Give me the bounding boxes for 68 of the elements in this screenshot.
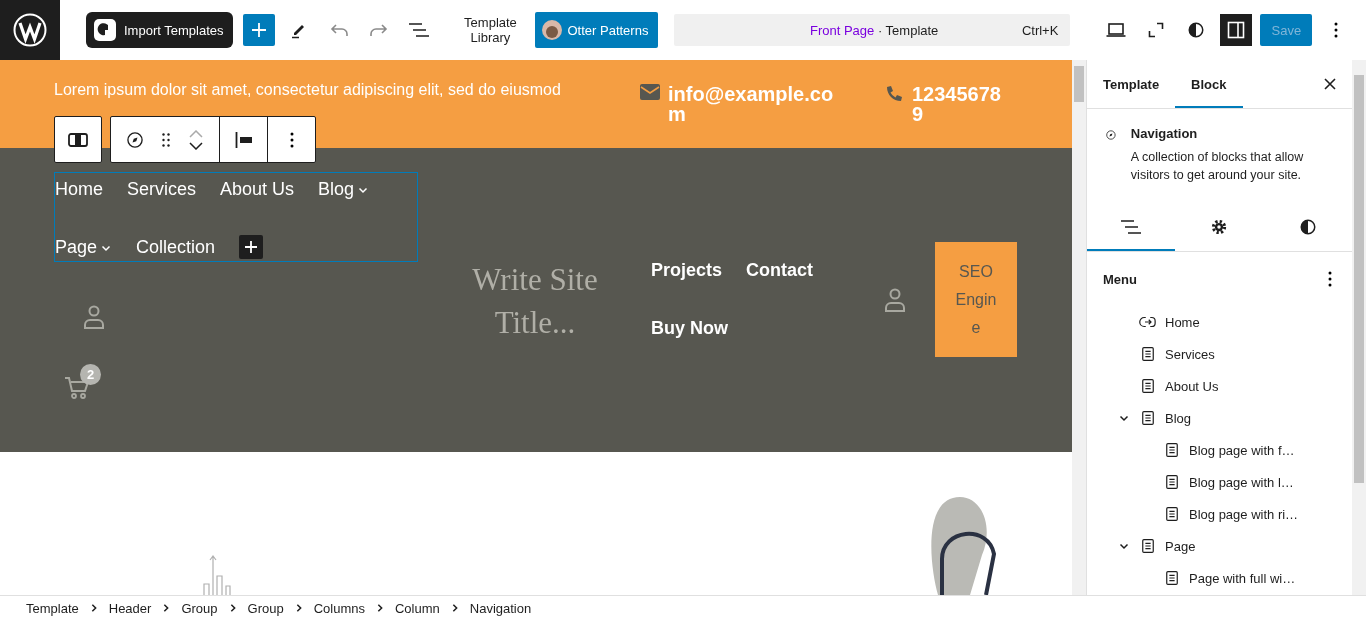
list-view-icon xyxy=(1120,219,1143,235)
menu-item[interactable]: Home xyxy=(1165,314,1200,330)
cta-button[interactable]: SEO Engine xyxy=(935,242,1017,357)
page-icon xyxy=(1163,569,1181,587)
phone-icon xyxy=(884,84,904,104)
plus-icon xyxy=(251,22,268,38)
announcement-text: Lorem ipsum dolor sit amet, consectetur adipiscing elit, sed do eiusmod xyxy=(54,80,562,100)
cart-count-badge: 2 xyxy=(80,364,101,385)
page-icon xyxy=(1139,537,1157,555)
menu-item[interactable]: Services xyxy=(1165,346,1215,362)
document-type: · Template xyxy=(877,22,939,38)
menu-item[interactable]: Page xyxy=(1165,538,1196,554)
nav-link[interactable]: Services xyxy=(127,177,197,235)
block-description: A collection of blocks that allow visitors to get around your site. xyxy=(1130,149,1305,184)
page-icon xyxy=(1139,377,1157,395)
logo-icon[interactable] xyxy=(13,13,47,47)
close-icon[interactable] xyxy=(1324,78,1336,90)
breadcrumb-link[interactable]: Group xyxy=(247,600,284,616)
plus-icon xyxy=(244,240,259,254)
nav-link[interactable]: Contact xyxy=(746,258,814,316)
contrast-icon xyxy=(1298,218,1317,236)
nav-link[interactable]: Home xyxy=(55,177,103,235)
nav-link[interactable]: Buy Now xyxy=(651,316,728,374)
sidebar-tab[interactable]: Template xyxy=(1087,60,1176,108)
page-icon xyxy=(1139,409,1157,427)
template-library-link[interactable]: Template Library xyxy=(455,15,526,45)
breadcrumb-link[interactable]: Columns xyxy=(313,600,365,616)
page-icon xyxy=(1163,505,1181,523)
page-icon xyxy=(1163,473,1181,491)
menu-heading: Menu xyxy=(1103,271,1137,287)
sidebar-tab[interactable]: Block xyxy=(1175,60,1243,108)
sidebar-toggle-button[interactable] xyxy=(1220,14,1253,46)
add-block-button[interactable] xyxy=(239,235,264,259)
breadcrumb-link[interactable]: Template xyxy=(26,600,79,616)
envelope-icon xyxy=(640,84,660,100)
avatar-icon xyxy=(542,20,563,40)
breadcrumb-link[interactable]: Header xyxy=(108,600,152,616)
menu-item[interactable]: Blog page with f… xyxy=(1189,442,1295,458)
breadcrumb-link[interactable]: Navigation xyxy=(469,600,532,616)
import-templates-button[interactable]: Import Templates xyxy=(86,12,234,48)
document-title: Front Page xyxy=(809,22,875,38)
scrollbar[interactable] xyxy=(1352,60,1366,595)
menu-item[interactable]: Blog xyxy=(1165,410,1192,426)
menu-item[interactable]: Blog page with l… xyxy=(1189,474,1294,490)
menu-item[interactable]: About Us xyxy=(1165,378,1219,394)
breadcrumb-link[interactable]: Group xyxy=(181,600,218,616)
sidebar-icon xyxy=(1227,21,1246,39)
menu-item[interactable]: Blog page with ri… xyxy=(1189,506,1299,522)
move-down-icon[interactable] xyxy=(189,141,203,150)
menu-item[interactable]: Page with full wi… xyxy=(1189,570,1296,586)
page-icon xyxy=(1163,441,1181,459)
page-icon xyxy=(1139,345,1157,363)
scrollbar[interactable] xyxy=(1072,60,1086,595)
more-options-icon[interactable] xyxy=(1328,271,1332,287)
breadcrumb-link[interactable]: Column xyxy=(394,600,440,616)
nav-link[interactable]: Blog xyxy=(318,177,370,235)
shortcut-label: Ctrl+K xyxy=(1021,22,1059,38)
account-icon[interactable] xyxy=(883,287,907,313)
navigation-block[interactable]: Home Services About Us Blog Page Collection xyxy=(54,172,418,262)
settings-icon xyxy=(1210,218,1229,236)
block-title: Navigation xyxy=(1130,126,1199,141)
nav-link[interactable]: About Us xyxy=(220,177,295,235)
logo-icon xyxy=(94,19,116,41)
account-icon[interactable] xyxy=(82,304,106,330)
nav-link[interactable]: Projects xyxy=(651,258,723,316)
otter-patterns-button[interactable]: Otter Patterns xyxy=(535,12,659,48)
command-bar[interactable]: Front Page · Template Ctrl+K xyxy=(674,14,1071,46)
site-title: Write Site Title... xyxy=(471,261,599,342)
